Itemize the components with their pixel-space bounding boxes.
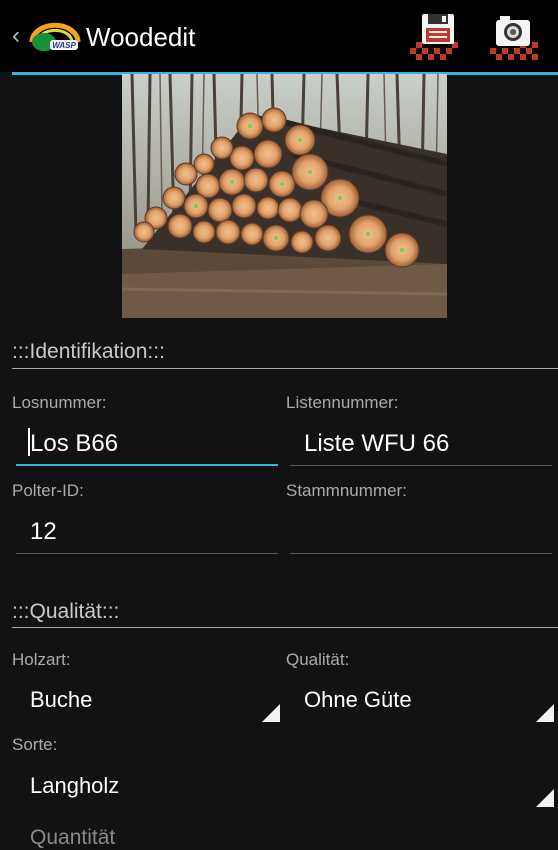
logo-text: WASP [52,41,76,50]
losnummer-underline [16,464,278,466]
log-pile-photo[interactable] [122,74,447,318]
stammnummer-underline [290,553,552,554]
dropdown-corner-icon[interactable] [536,789,554,807]
dropdown-corner-icon[interactable] [536,704,554,722]
listennummer-underline [290,465,552,466]
qualitaet-selected[interactable]: Ohne Güte [304,687,412,713]
polter-id-input[interactable]: 12 [30,518,57,546]
polter-id-label: Polter-ID: [12,481,84,500]
sorte-selected[interactable]: Langholz [30,773,119,799]
polter-id-underline [16,553,278,554]
section-title-quantitaet: Quantität [30,826,116,849]
app-title: Woodedit [86,22,196,52]
action-bar: ‹ WASP Woodedit [0,0,558,72]
back-chevron-icon[interactable]: ‹ [12,22,20,50]
holzart-label: Holzart: [12,650,71,669]
camera-icon[interactable] [490,12,538,60]
losnummer-label: Losnummer: [12,393,107,412]
section-divider [12,368,558,369]
holzart-selected[interactable]: Buche [30,687,92,713]
dropdown-corner-icon[interactable] [262,704,280,722]
save-floppy-icon[interactable] [410,12,458,60]
listennummer-input[interactable]: Liste WFU 66 [304,430,449,458]
section-divider [12,627,558,628]
wasp-logo-icon[interactable]: WASP [28,20,82,54]
sorte-label: Sorte: [12,735,58,754]
losnummer-input[interactable]: Los B66 [30,430,118,458]
section-title-identifikation: :::Identifikation::: [12,340,165,363]
qualitaet-label: Qualität: [286,650,350,669]
section-title-qualitaet: :::Qualität::: [12,600,120,623]
stammnummer-label: Stammnummer: [286,481,407,500]
listennummer-label: Listennummer: [286,393,399,412]
